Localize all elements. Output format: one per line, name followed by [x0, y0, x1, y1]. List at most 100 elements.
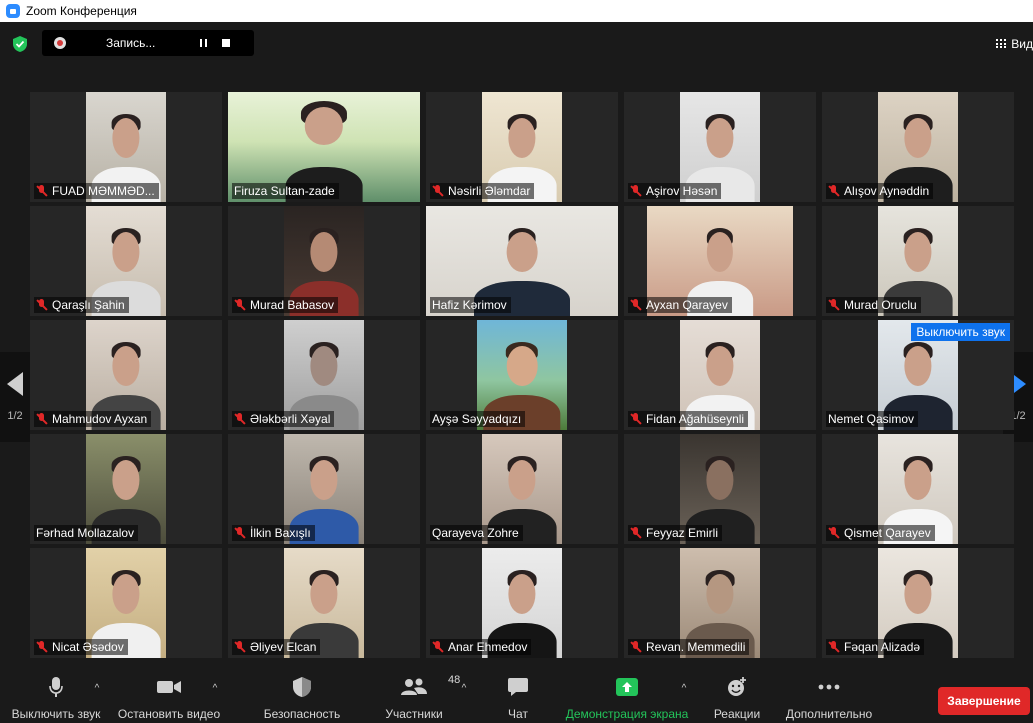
title-bar: Zoom Конференция	[0, 0, 1033, 22]
participant-tile[interactable]: İlkin Baxışlı	[228, 434, 420, 544]
participant-name-tag: Revan. Memmedili	[628, 639, 750, 655]
participant-tile[interactable]: Mahmudov Ayxan	[30, 320, 222, 430]
recording-indicator-icon	[54, 37, 66, 49]
participant-tile[interactable]: FUAD MƏMMƏD...	[30, 92, 222, 202]
participants-icon: 48	[400, 672, 460, 702]
participant-tile[interactable]: Nəsirli Ələmdar	[426, 92, 618, 202]
participants-button[interactable]: 48 Участники	[380, 672, 460, 723]
participant-name-tag: Ayşə Səyyadqızı	[430, 411, 526, 427]
participant-name-tag: Fidan Ağahüseynli	[628, 411, 749, 427]
participant-tile[interactable]: Ələkbərli Xəyal	[228, 320, 420, 430]
chat-bubble-icon	[507, 672, 529, 702]
muted-mic-icon	[234, 641, 246, 653]
share-screen-arrow-up-icon	[615, 672, 639, 702]
recording-label: Запись...	[106, 36, 156, 50]
muted-mic-icon	[630, 527, 642, 539]
mute-audio-label: Выключить звук	[11, 707, 101, 721]
participants-label: Участники	[385, 707, 443, 721]
participant-name-tag: Mahmudov Ayxan	[34, 411, 152, 427]
participant-tile[interactable]: Nicat Əsədov	[30, 548, 222, 658]
participant-tile[interactable]: Aşirov Həsən	[624, 92, 816, 202]
end-meeting-button[interactable]: Завершение	[938, 687, 1030, 715]
participant-tile[interactable]: Anar Ehmedov	[426, 548, 618, 658]
muted-mic-icon	[36, 413, 48, 425]
muted-mic-icon	[432, 185, 444, 197]
share-screen-button[interactable]: Демонстрация экрана	[564, 672, 690, 723]
participant-tile[interactable]: Qaraşlı Şahin	[30, 206, 222, 316]
chat-button[interactable]: Чат	[500, 672, 536, 723]
participant-tile[interactable]: Fərhad Mollazalov	[30, 434, 222, 544]
reactions-button[interactable]: Реакции	[712, 672, 762, 723]
participant-name-tag: Əliyev Elcan	[232, 639, 321, 655]
security-shield-icon	[292, 672, 312, 702]
audio-options-chevron-up-icon[interactable]: ^	[92, 684, 102, 694]
participant-tile[interactable]: Ayxan Qarayev	[624, 206, 816, 316]
muted-mic-icon	[36, 641, 48, 653]
participant-tile[interactable]: Revan. Memmedili	[624, 548, 816, 658]
meeting-toolbar: Выключить звук ^ Остановить видео ^ Безо…	[0, 672, 1033, 723]
participant-tile[interactable]: Feyyaz Emirli	[624, 434, 816, 544]
participant-tile-active-speaker[interactable]: Firuza Sultan-zade	[228, 92, 420, 202]
emoji-plus-icon	[726, 672, 748, 702]
stop-video-button[interactable]: Остановить видео	[116, 672, 222, 723]
more-options-button[interactable]: Дополнительно	[782, 672, 876, 723]
more-dots-icon	[818, 672, 840, 702]
muted-mic-icon	[630, 185, 642, 197]
muted-mic-icon	[630, 641, 642, 653]
security-button[interactable]: Безопасность	[262, 672, 342, 723]
reactions-label: Реакции	[713, 707, 761, 721]
mute-participant-button[interactable]: Выключить звук	[911, 323, 1010, 341]
participant-tile[interactable]: Fidan Ağahüseynli	[624, 320, 816, 430]
zoom-app-icon	[6, 4, 20, 18]
muted-mic-icon	[828, 641, 840, 653]
muted-mic-icon	[828, 299, 840, 311]
participant-name-tag: Qaraşlı Şahin	[34, 297, 129, 313]
participant-name-tag: Fərhad Mollazalov	[34, 525, 139, 541]
gallery-grid: FUAD MƏMMƏD... Firuza Sultan-zade Nəsirl…	[30, 92, 1014, 658]
participant-name-tag: Feyyaz Emirli	[628, 525, 723, 541]
participant-tile[interactable]: Murad Oruclu	[822, 206, 1014, 316]
participant-name-tag: Alışov Aynəddin	[826, 183, 934, 199]
view-button[interactable]: Вид	[996, 34, 1033, 54]
participant-name-tag: Murad Babasov	[232, 297, 339, 313]
view-label: Вид	[1011, 37, 1033, 51]
muted-mic-icon	[432, 641, 444, 653]
stop-recording-button[interactable]	[222, 39, 230, 47]
participant-tile[interactable]: Qismet Qarayev	[822, 434, 1014, 544]
participant-tile[interactable]: Ayşə Səyyadqızı	[426, 320, 618, 430]
participant-tile[interactable]: Əliyev Elcan	[228, 548, 420, 658]
participant-tile[interactable]: Qarayeva Zohre	[426, 434, 618, 544]
participant-name-tag: Nicat Əsədov	[34, 639, 128, 655]
chat-label: Чат	[508, 707, 528, 721]
mute-audio-button[interactable]: Выключить звук	[8, 672, 104, 723]
participant-name-tag: Qarayeva Zohre	[430, 525, 523, 541]
muted-mic-icon	[36, 185, 48, 197]
pause-recording-button[interactable]	[196, 36, 210, 50]
participant-tile[interactable]: Hafiz Kərimov	[426, 206, 618, 316]
muted-mic-icon	[630, 413, 642, 425]
muted-mic-icon	[828, 527, 840, 539]
window-title: Zoom Конференция	[26, 4, 137, 18]
more-options-label: Дополнительно	[785, 707, 873, 721]
muted-mic-icon	[36, 299, 48, 311]
security-label: Безопасность	[263, 707, 341, 721]
chevron-left-icon	[7, 372, 23, 396]
microphone-icon	[49, 672, 63, 702]
participant-tile[interactable]: Fəqan Alizadə	[822, 548, 1014, 658]
participant-name-tag: Ayxan Qarayev	[628, 297, 732, 313]
participant-name-tag: Murad Oruclu	[826, 297, 921, 313]
participant-tile[interactable]: Выключить звук Nemet Qasimov	[822, 320, 1014, 430]
video-options-chevron-up-icon[interactable]: ^	[210, 684, 220, 694]
participants-options-chevron-up-icon[interactable]: ^	[459, 684, 469, 694]
previous-page-button[interactable]: 1/2	[0, 352, 30, 442]
participant-tile[interactable]: Murad Babasov	[228, 206, 420, 316]
participant-name-tag: FUAD MƏMMƏD...	[34, 183, 159, 199]
participant-name-tag: Firuza Sultan-zade	[232, 183, 339, 199]
participant-tile[interactable]: Alışov Aynəddin	[822, 92, 1014, 202]
muted-mic-icon	[234, 527, 246, 539]
participant-name-tag: Fəqan Alizadə	[826, 639, 925, 655]
participant-name-tag: İlkin Baxışlı	[232, 525, 315, 541]
security-shield-icon[interactable]	[10, 34, 30, 54]
participant-name-tag: Ələkbərli Xəyal	[232, 411, 335, 427]
share-options-chevron-up-icon[interactable]: ^	[679, 684, 689, 694]
